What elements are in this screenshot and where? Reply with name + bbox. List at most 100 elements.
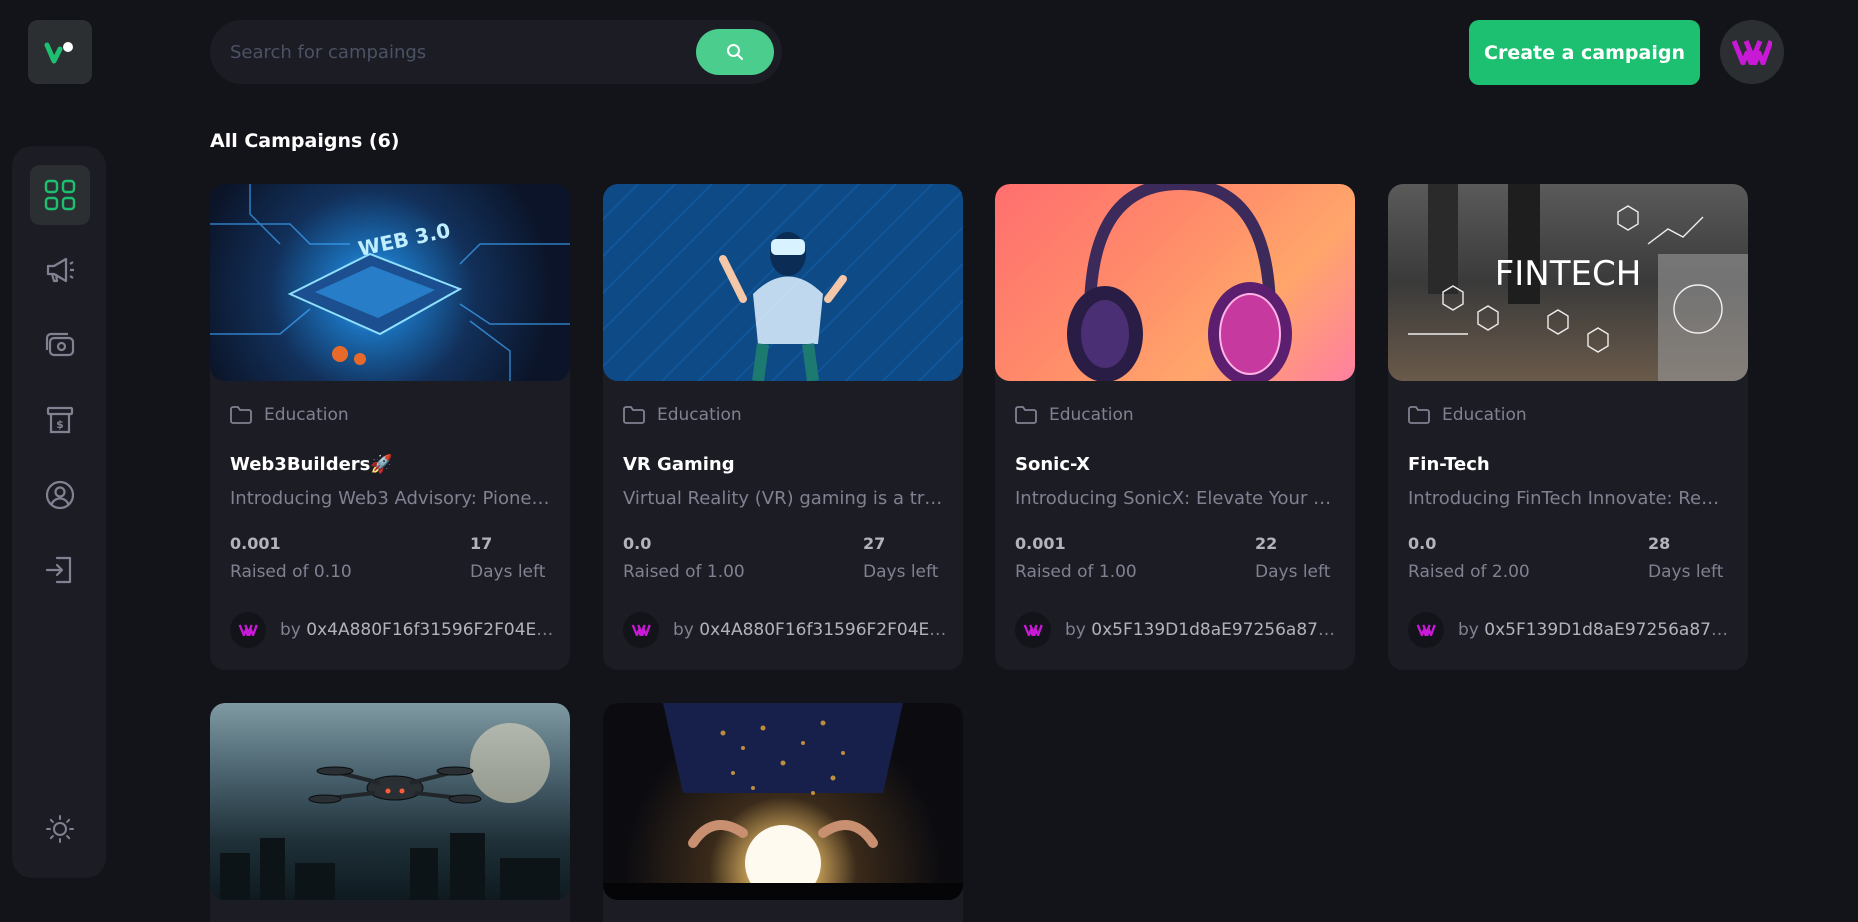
owner-address: 0x4A880F16f31596F2F04E8C7e2B4b5dBf7f8C1a… [306, 620, 560, 640]
section-title: All Campaigns (6) [210, 130, 400, 152]
logout-icon [45, 556, 72, 584]
crystal-ball-illustration [603, 703, 963, 900]
campaign-title: Web3Builders🚀 [230, 454, 393, 475]
folder-icon [1015, 406, 1037, 424]
days-left-label: Days left [470, 562, 546, 582]
category: Education [623, 405, 742, 425]
brand-avatar-icon [1416, 624, 1436, 636]
folder-icon [1408, 406, 1430, 424]
search-button[interactable] [696, 29, 774, 75]
folder-icon [623, 406, 645, 424]
sidebar: $ [12, 146, 106, 878]
campaign-title: Sonic-X [1015, 454, 1090, 475]
fintech-illustration: FINTECH [1408, 184, 1748, 381]
campaign-image: WEB 3.0 [210, 184, 570, 381]
campaign-card[interactable] [603, 703, 963, 922]
owner-avatar [623, 612, 659, 648]
owner-avatar [230, 612, 266, 648]
search-input[interactable] [230, 41, 696, 63]
days-left-label: Days left [1648, 562, 1724, 582]
brand-avatar-icon [1732, 40, 1772, 65]
days-left-value: 17 [470, 534, 493, 553]
sidebar-item-logout[interactable] [30, 540, 90, 600]
days-left-value: 28 [1648, 534, 1671, 553]
category: Education [230, 405, 349, 425]
campaign-image: FINTECH [1388, 184, 1748, 381]
web3-chip-illustration: WEB 3.0 [210, 184, 570, 381]
campaign-image [210, 703, 570, 900]
sidebar-item-dashboard[interactable] [30, 165, 90, 225]
days-left-label: Days left [1255, 562, 1331, 582]
owner-address: 0x4A880F16f31596F2F04E8C7e2B4b5dBf7f8C1a… [699, 620, 953, 640]
category-label: Education [1442, 405, 1527, 425]
owner-address: 0x5F139D1d8aE97256a87B3c4E2d1F0a9B8c7D6e… [1091, 620, 1345, 640]
owner-avatar [1015, 612, 1051, 648]
folder-icon [230, 406, 252, 424]
logo-icon [44, 42, 73, 64]
sidebar-item-payment[interactable] [30, 315, 90, 375]
withdraw-icon: $ [46, 406, 74, 434]
target-label: Raised of 1.00 [1015, 562, 1137, 582]
campaign-description: Introducing Web3 Advisory: Pioneering th… [230, 488, 550, 509]
campaign-owner: by 0x5F139D1d8aE97256a87B3c4E2d1F0a9B8c7… [1015, 612, 1345, 648]
owner-by: by [673, 620, 694, 640]
brand-avatar-icon [631, 624, 651, 636]
create-campaign-button[interactable]: Create a campaign [1469, 20, 1700, 85]
brand-avatar-icon [238, 624, 258, 636]
days-left-label: Days left [863, 562, 939, 582]
owner-by: by [280, 620, 301, 640]
days-left-value: 27 [863, 534, 886, 553]
megaphone-icon [46, 257, 74, 283]
target-label: Raised of 0.10 [230, 562, 352, 582]
category-label: Education [264, 405, 349, 425]
sun-icon [46, 815, 74, 843]
campaign-image [995, 184, 1355, 381]
campaign-card[interactable]: Education Sonic-X Introducing SonicX: El… [995, 184, 1355, 670]
svg-text:$: $ [56, 418, 64, 431]
category: Education [1015, 405, 1134, 425]
amount-raised: 0.0 [1408, 534, 1437, 553]
category-label: Education [1049, 405, 1134, 425]
campaign-description: Virtual Reality (VR) gaming is a transfo… [623, 488, 943, 509]
sidebar-item-campaign[interactable] [30, 240, 90, 300]
svg-text:FINTECH: FINTECH [1495, 254, 1642, 294]
payment-icon [45, 332, 75, 357]
drone-illustration [220, 723, 560, 900]
campaign-description: Introducing SonicX: Elevate Your Audio E… [1015, 488, 1335, 509]
campaign-title: Fin-Tech [1408, 454, 1490, 475]
app-logo[interactable] [28, 20, 92, 84]
svg-text:WEB 3.0: WEB 3.0 [356, 218, 452, 261]
owner-by: by [1458, 620, 1479, 640]
search-icon [727, 44, 743, 60]
days-left-value: 22 [1255, 534, 1278, 553]
campaign-card[interactable]: WEB 3.0 Education Web3Builders🚀 Introduc… [210, 184, 570, 670]
campaign-image [603, 184, 963, 381]
headphones-illustration [1067, 184, 1292, 381]
target-label: Raised of 2.00 [1408, 562, 1530, 582]
campaign-card[interactable] [210, 703, 570, 922]
theme-toggle[interactable] [30, 799, 90, 859]
amount-raised: 0.0 [623, 534, 652, 553]
brand-avatar-icon [1023, 624, 1043, 636]
profile-icon [45, 480, 75, 510]
amount-raised: 0.001 [1015, 534, 1066, 553]
amount-raised: 0.001 [230, 534, 281, 553]
campaign-owner: by 0x4A880F16f31596F2F04E8C7e2B4b5dBf7f8… [623, 612, 953, 648]
target-label: Raised of 1.00 [623, 562, 745, 582]
category: Education [1408, 405, 1527, 425]
campaign-owner: by 0x5F139D1d8aE97256a87B3c4E2d1F0a9B8c7… [1408, 612, 1738, 648]
owner-address: 0x5F139D1d8aE97256a87B3c4E2d1F0a9B8c7D6e… [1484, 620, 1738, 640]
vr-player-illustration [719, 232, 847, 381]
category-label: Education [657, 405, 742, 425]
search-bar [210, 20, 782, 84]
campaign-title: VR Gaming [623, 454, 735, 475]
sidebar-item-withdraw[interactable]: $ [30, 390, 90, 450]
campaign-card[interactable]: Education VR Gaming Virtual Reality (VR)… [603, 184, 963, 670]
campaign-description: Introducing FinTech Innovate: Revolution… [1408, 488, 1728, 509]
owner-by: by [1065, 620, 1086, 640]
campaign-image [603, 703, 963, 900]
owner-avatar [1408, 612, 1444, 648]
user-avatar[interactable] [1720, 20, 1784, 84]
sidebar-item-profile[interactable] [30, 465, 90, 525]
campaign-card[interactable]: FINTECH Education Fin-Tech Introducing F… [1388, 184, 1748, 670]
